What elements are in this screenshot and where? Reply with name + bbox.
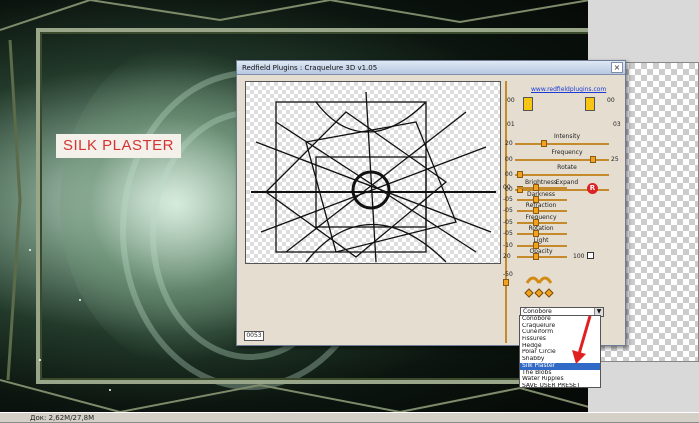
- preset-selected: Conobore: [523, 308, 552, 315]
- light-slider-max-value: 100: [573, 253, 585, 260]
- light-slider-label: Rotation: [528, 225, 554, 232]
- light-slider-value: -05: [503, 195, 513, 203]
- slider-knob[interactable]: [541, 140, 548, 147]
- diamond-center-icon: [534, 288, 544, 298]
- top-left-value: 00: [507, 97, 515, 104]
- slider-knob[interactable]: [589, 156, 596, 163]
- light-slider-value: -05: [503, 207, 513, 214]
- slider-max-value: 25: [611, 156, 619, 163]
- preset-option[interactable]: SAVE USER PRESET: [520, 383, 600, 390]
- slider-min-value: 00: [505, 171, 513, 178]
- opacity-checkbox[interactable]: [587, 252, 594, 259]
- slider-track[interactable]: [515, 143, 609, 145]
- dialog-title: Redfield Plugins : Craquelure 3D v1.05: [242, 64, 378, 72]
- reset-icon[interactable]: R: [587, 183, 598, 194]
- light-slider-track[interactable]: [517, 187, 567, 189]
- rotate-left-icon: [525, 276, 541, 284]
- slider-label: Rotate: [557, 164, 577, 171]
- light-slider-knob[interactable]: [533, 253, 539, 260]
- slider-knob[interactable]: [516, 171, 523, 178]
- light-slider-value: -10: [503, 241, 513, 249]
- light-slider-track[interactable]: [517, 210, 567, 212]
- redfield-link[interactable]: www.redfieldplugins.com: [531, 86, 606, 93]
- rotate-right-icon: [537, 276, 553, 284]
- top-right-value: 00: [607, 97, 615, 104]
- light-slider-label: Light: [533, 236, 549, 244]
- close-button[interactable]: ×: [611, 62, 623, 73]
- color-swatch-left[interactable]: [523, 97, 533, 111]
- light-slider-label: Darkness: [527, 190, 555, 198]
- light-slider-track[interactable]: [517, 221, 567, 224]
- slider-min-value: 00: [505, 156, 513, 163]
- slider-min-value: 20: [505, 140, 513, 147]
- preview-counter: 0053: [244, 331, 264, 341]
- right-value: 03: [613, 121, 621, 128]
- light-slider-label: Brightness: [525, 179, 557, 186]
- status-bar: Док: 2,62M/27,8M: [0, 412, 699, 422]
- light-slider-label: Frequency: [525, 213, 557, 221]
- silk-plaster-label: SILK PLASTER: [56, 134, 181, 158]
- light-slider-label: Opacity: [529, 248, 553, 255]
- light-slider-track[interactable]: [517, 256, 567, 258]
- slider-label: Frequency: [551, 149, 583, 156]
- preset-navigation[interactable]: [519, 271, 559, 301]
- crackle-preview: [251, 91, 496, 263]
- light-slider-track[interactable]: [517, 198, 567, 201]
- red-arrow-icon: [572, 315, 592, 364]
- light-slider-value: -05: [503, 218, 513, 226]
- light-slider-value: -05: [503, 230, 513, 237]
- color-swatch-right[interactable]: [585, 97, 595, 111]
- slider-label: Intensity: [553, 133, 581, 140]
- dialog-titlebar[interactable]: Redfield Plugins : Craquelure 3D v1.05 ×: [237, 61, 625, 75]
- light-slider-value: 00: [503, 184, 511, 191]
- diamond-right-icon: [544, 288, 554, 298]
- vertical-slider-knob[interactable]: [503, 279, 509, 286]
- preset-option[interactable]: The Blobs: [520, 370, 600, 377]
- light-slider-value: 20: [503, 253, 511, 260]
- light-slider-label: Refraction: [525, 202, 557, 209]
- vertical-value: -50: [503, 271, 513, 278]
- preset-option[interactable]: Water Ripples: [520, 376, 600, 383]
- left-value: 01: [507, 121, 515, 128]
- diamond-left-icon: [524, 288, 534, 298]
- preview-area[interactable]: [245, 81, 501, 264]
- craquelure-dialog: Redfield Plugins : Craquelure 3D v1.05 ×: [236, 60, 626, 346]
- light-slider-track[interactable]: [517, 233, 567, 235]
- light-slider-track[interactable]: [517, 244, 567, 247]
- slider-track[interactable]: [515, 174, 609, 176]
